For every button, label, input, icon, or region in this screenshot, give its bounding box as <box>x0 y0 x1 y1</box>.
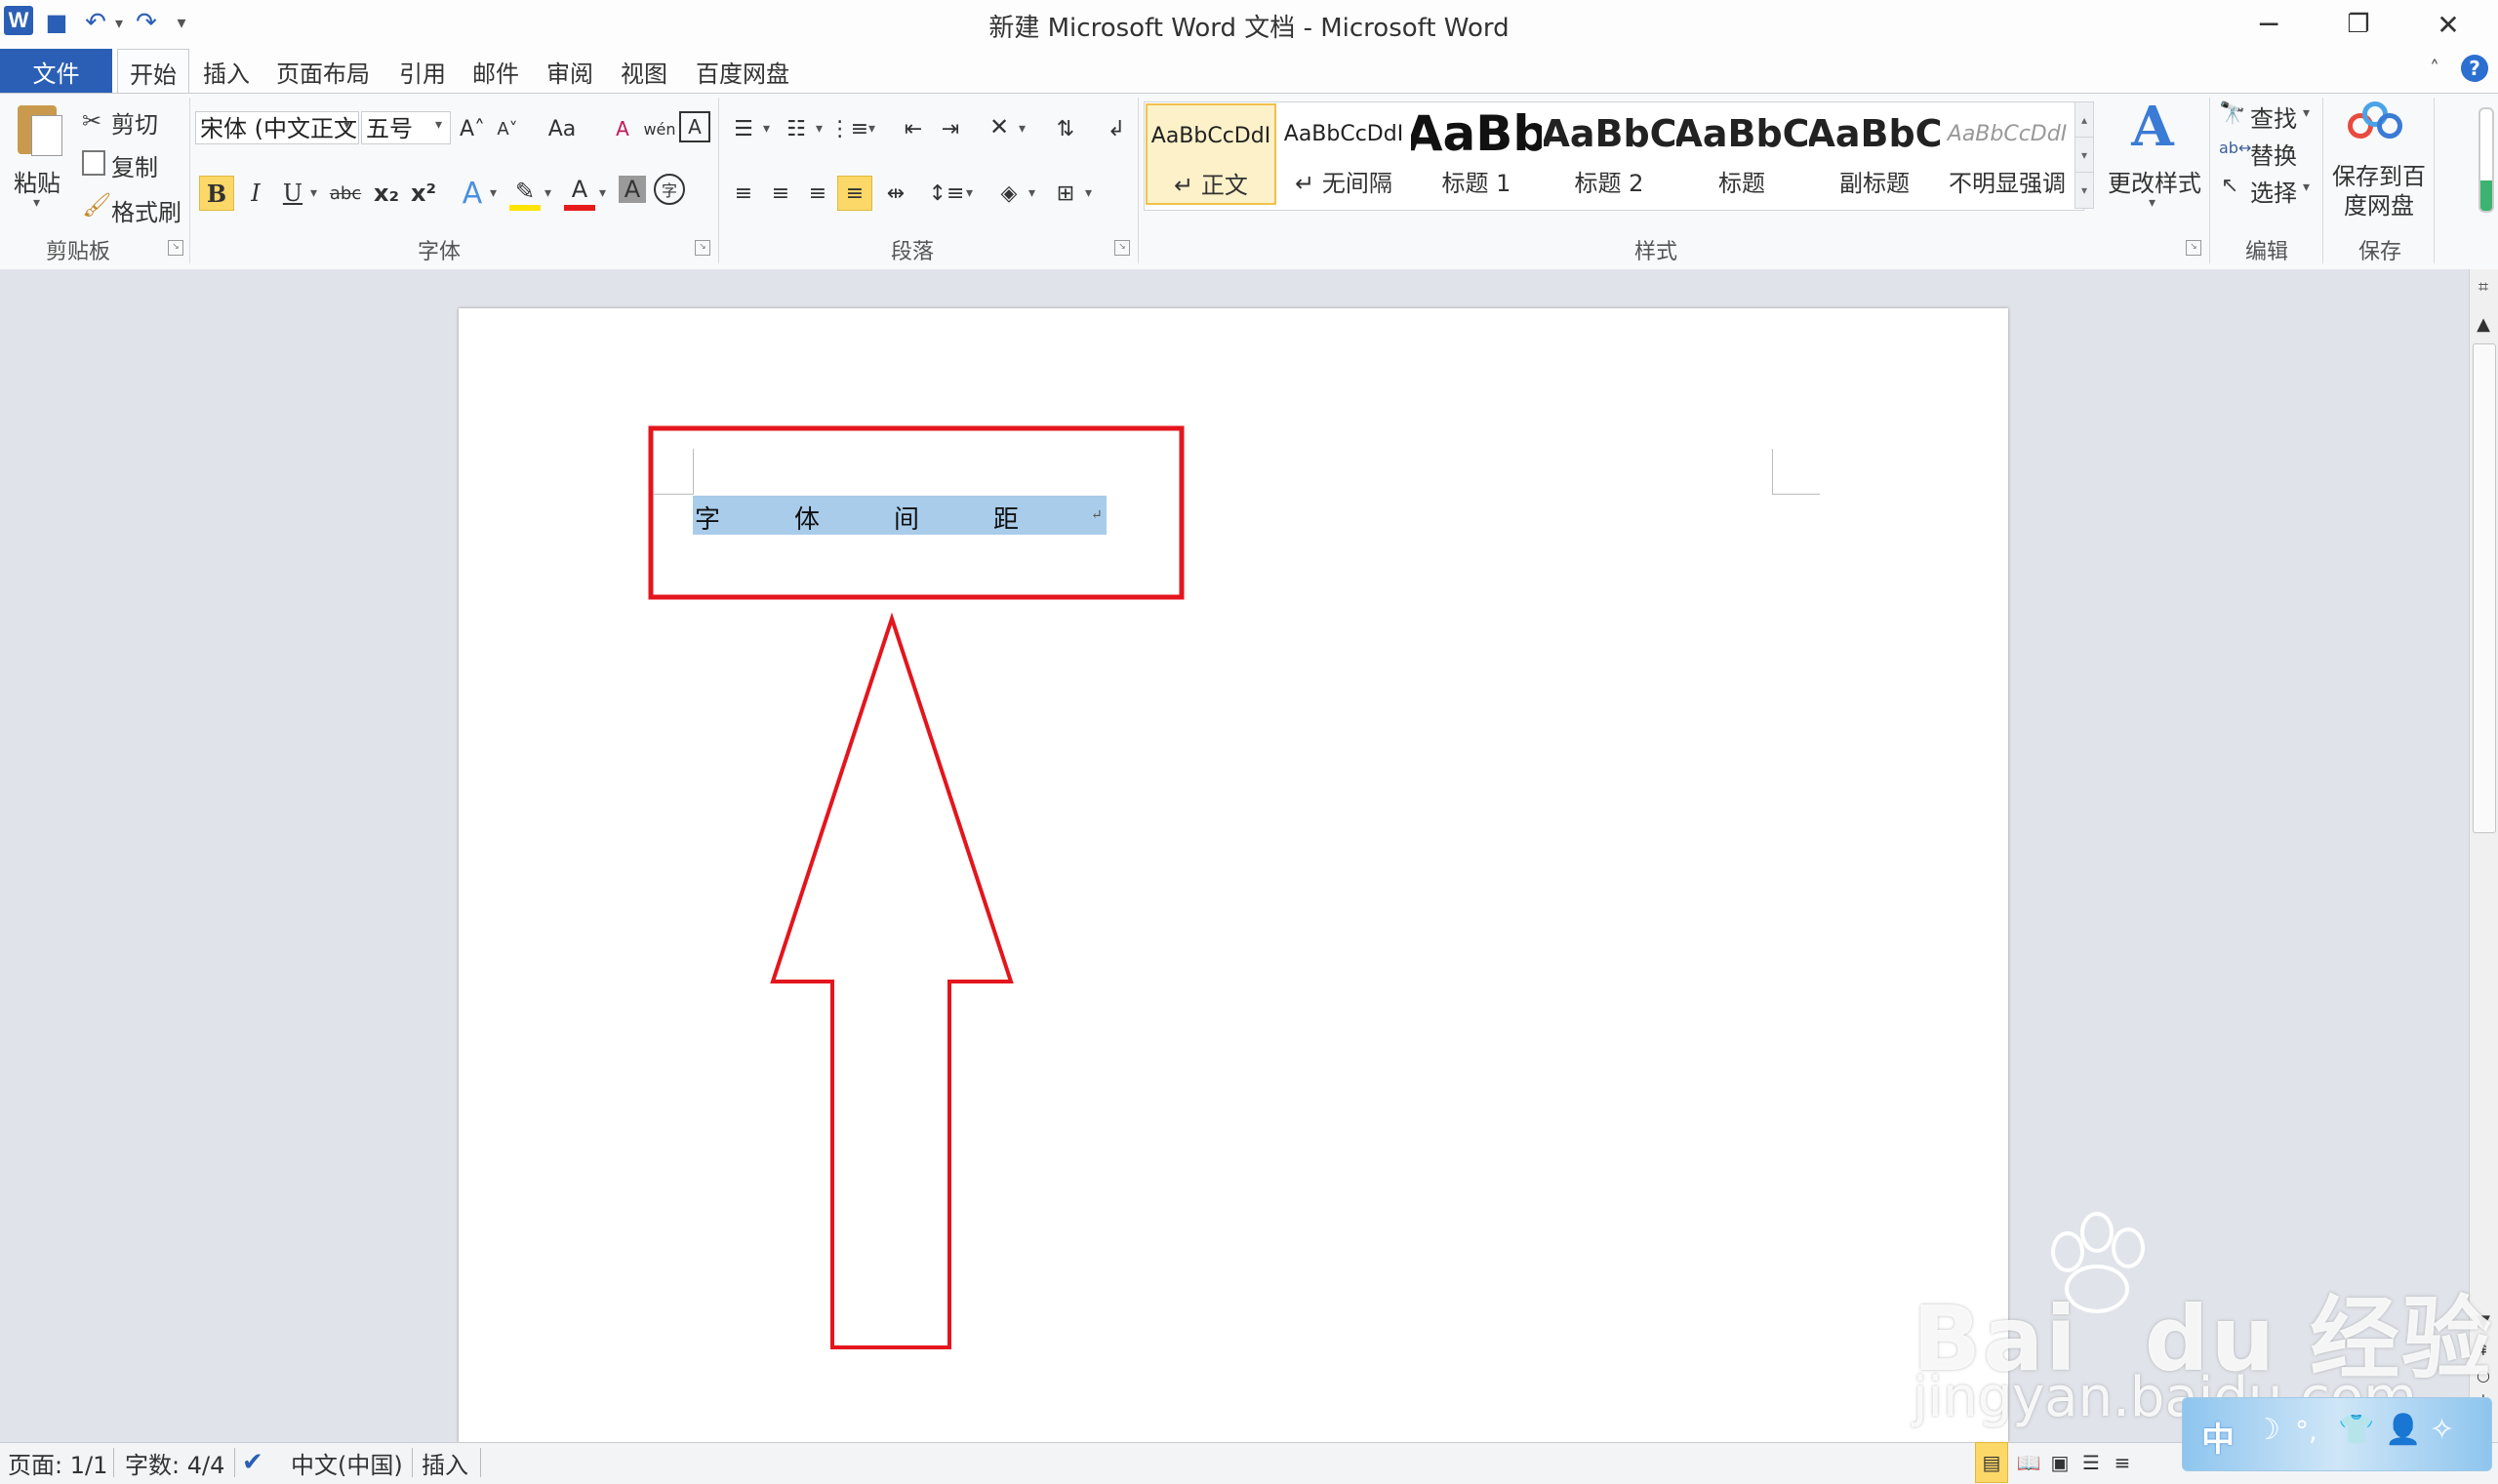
ime-chinese-mode[interactable]: 中 <box>2201 1413 2235 1461</box>
ime-punctuation-icon[interactable]: ☽ <box>2254 1413 2280 1447</box>
status-divider <box>234 1448 235 1477</box>
ime-symbol-icon[interactable]: °, <box>2295 1415 2317 1447</box>
print-layout-view-icon[interactable]: ▤ <box>1975 1442 2008 1483</box>
status-language[interactable]: 中文(中国) <box>291 1442 403 1483</box>
annotation-highlight-box <box>648 425 1185 600</box>
status-page[interactable]: 页面: 1/1 <box>8 1442 107 1483</box>
scroll-thumb[interactable] <box>2473 343 2496 833</box>
status-divider <box>412 1448 413 1477</box>
annotation-up-arrow <box>770 612 1014 1349</box>
proofing-icon[interactable]: ✔ <box>242 1442 263 1483</box>
ime-user-icon[interactable]: 👤 <box>2385 1413 2421 1447</box>
ime-tools-icon[interactable]: ✧ <box>2430 1413 2454 1447</box>
scroll-up-icon[interactable]: ▲ <box>2471 314 2496 340</box>
outline-view-icon[interactable]: ☰ <box>2076 1442 2106 1483</box>
ime-skin-icon[interactable]: 👕 <box>2338 1413 2374 1447</box>
ruler-toggle-icon[interactable]: ⌗ <box>2471 277 2496 302</box>
full-screen-reading-view-icon[interactable]: 📖 <box>2014 1442 2043 1483</box>
draft-view-icon[interactable]: ≡ <box>2108 1442 2137 1483</box>
web-layout-view-icon[interactable]: ▣ <box>2045 1442 2075 1483</box>
status-divider <box>480 1448 481 1477</box>
status-divider <box>113 1448 114 1477</box>
status-insert-mode[interactable]: 插入 <box>422 1442 468 1483</box>
status-word-count[interactable]: 字数: 4/4 <box>125 1442 224 1483</box>
